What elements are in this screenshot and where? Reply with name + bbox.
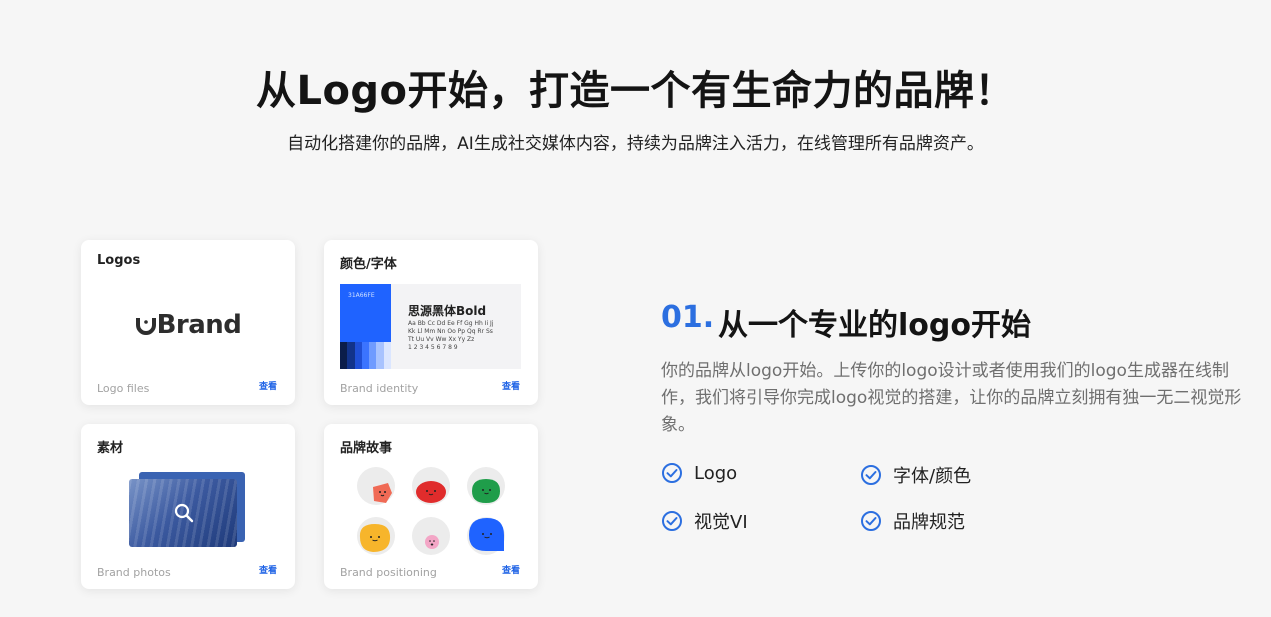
palette-swatch	[369, 342, 377, 369]
mascot-grid	[354, 467, 514, 557]
card-caption: Brand photos	[97, 566, 171, 579]
photos-card[interactable]: 素材 Brand photos 查看	[81, 424, 295, 589]
check-circle-icon	[861, 511, 881, 531]
coral-mascot-icon	[373, 483, 392, 503]
palette-swatch	[347, 342, 355, 369]
card-title: 品牌故事	[340, 441, 393, 456]
feature-item-label: Logo	[694, 462, 738, 484]
view-story-link[interactable]: 查看	[502, 563, 520, 576]
card-title: 素材	[97, 441, 124, 456]
palette-swatch	[383, 342, 391, 369]
glyph-line: Tt Uu Vv Ww Xx Yy Zz	[408, 336, 475, 343]
page-title: 从Logo开始，打造一个有生命力的品牌！	[255, 68, 1016, 114]
feature-item-logo: Logo	[661, 462, 737, 484]
view-identity-link[interactable]: 查看	[502, 379, 520, 392]
brand-logo-text: Brand	[156, 310, 242, 340]
yellow-mascot-icon	[359, 524, 391, 552]
brand-logo: Brand	[81, 310, 295, 340]
glyph-line: Aa Bb Cc Dd Ee Ff Gg Hh Ii Jj	[408, 320, 494, 327]
u-smile-icon	[135, 318, 156, 335]
glyph-sample: Aa Bb Cc Dd Ee Ff Gg Hh Ii Jj Kk Ll Mm N…	[408, 320, 518, 352]
feature-title: 从一个专业的logo开始	[718, 308, 1031, 343]
glyph-line: Kk Ll Mm Nn Oo Pp Qq Rr Ss	[408, 328, 493, 335]
card-caption: Brand identity	[340, 382, 419, 395]
feature-item-label: 视觉VI	[694, 512, 748, 533]
feature-item-guidelines: 品牌规范	[860, 508, 965, 534]
primary-color-swatch: 31A66FE	[340, 284, 391, 342]
palette-swatch	[340, 342, 348, 369]
card-caption: Brand positioning	[340, 566, 437, 579]
identity-preview: 31A66FE 思源黑体Bold Aa Bb Cc Dd Ee Ff Gg Hh…	[340, 284, 521, 369]
green-mascot-icon	[472, 479, 500, 503]
palette-strip	[340, 342, 391, 369]
font-name: 思源黑体Bold	[408, 304, 487, 318]
identity-card[interactable]: 颜色/字体 31A66FE 思源黑体Bold Aa Bb Cc Dd Ee Ff…	[324, 240, 538, 405]
feature-item-label: 字体/颜色	[893, 466, 972, 487]
glyph-line: 1 2 3 4 5 6 7 8 9	[408, 344, 458, 351]
view-photos-link[interactable]: 查看	[259, 563, 277, 576]
check-circle-icon	[662, 511, 682, 531]
search-icon	[174, 503, 194, 523]
blue-mascot-icon	[469, 518, 504, 551]
check-circle-icon	[662, 463, 682, 483]
card-title: 颜色/字体	[340, 257, 397, 272]
view-logos-link[interactable]: 查看	[259, 379, 277, 392]
palette-swatch	[376, 342, 384, 369]
photo-stack	[129, 469, 247, 549]
palette-swatch	[354, 342, 362, 369]
feature-number: 01.	[661, 300, 715, 335]
feature-item-vi: 视觉VI	[661, 508, 748, 534]
feature-description: 你的品牌从logo开始。上传你的logo设计或者使用我们的logo生成器在线制作…	[661, 361, 1242, 435]
feature-item-font-color: 字体/颜色	[860, 462, 971, 488]
card-title: Logos	[97, 253, 141, 268]
page-subtitle: 自动化搭建你的品牌，AI生成社交媒体内容，持续为品牌注入活力，在线管理所有品牌资…	[287, 134, 984, 154]
building-photo	[129, 479, 237, 547]
logos-card[interactable]: Logos Brand Logo files 查看	[81, 240, 295, 405]
palette-swatch	[361, 342, 370, 369]
color-hex: 31A66FE	[348, 292, 375, 299]
feature-item-label: 品牌规范	[893, 512, 965, 533]
check-circle-icon	[861, 465, 881, 485]
pink-mascot-icon	[425, 535, 439, 549]
red-mascot-icon	[416, 481, 446, 503]
card-caption: Logo files	[97, 382, 150, 395]
story-card[interactable]: 品牌故事 Brand positioning 查看	[324, 424, 538, 589]
